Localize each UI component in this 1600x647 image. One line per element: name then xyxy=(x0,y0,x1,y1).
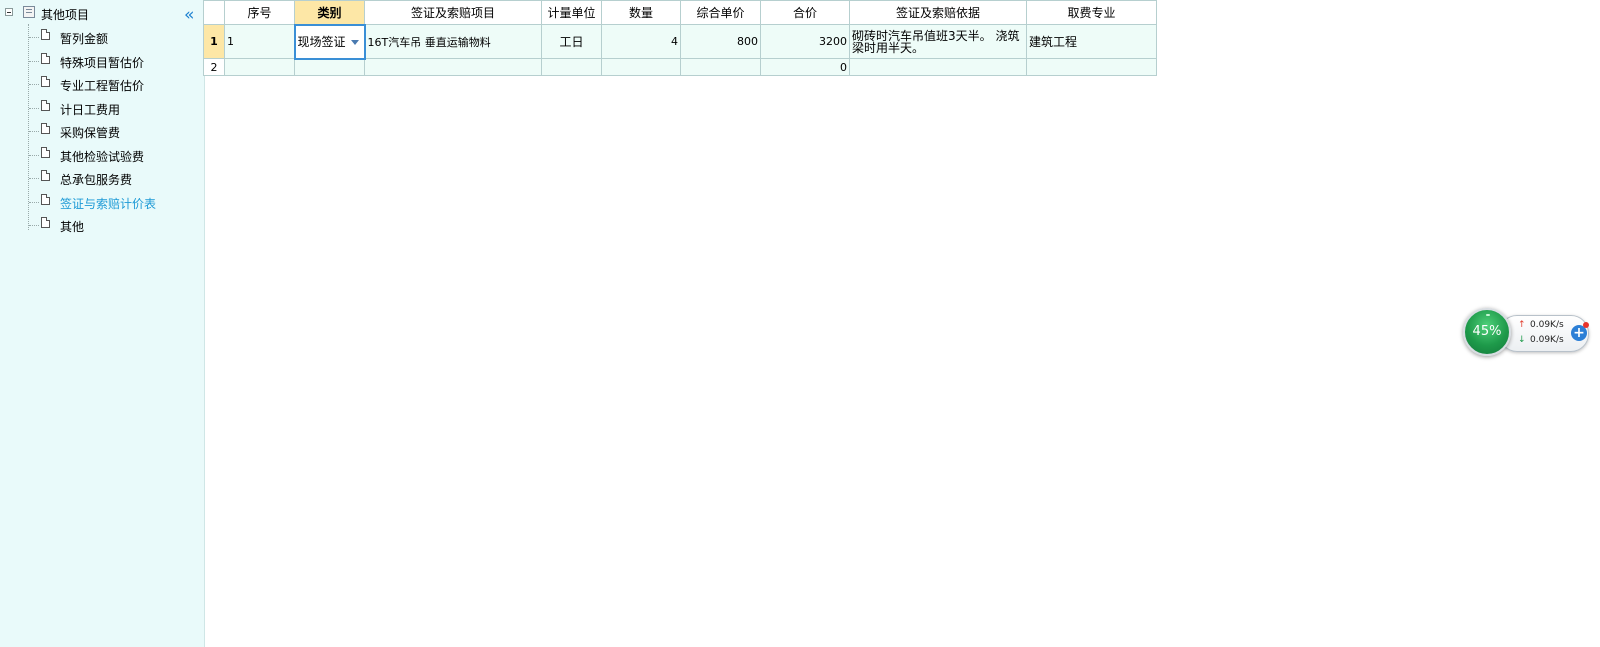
collapse-node-icon[interactable] xyxy=(5,8,13,16)
memory-usage-ball[interactable]: 45% xyxy=(1463,308,1511,356)
network-speed-widget[interactable]: ↑ 0.09K/s ↓ 0.09K/s + 45% xyxy=(1463,308,1591,358)
tree-item-inspection-test[interactable]: 其他检验试验费 xyxy=(0,144,205,166)
tree-item-daywork[interactable]: 计日工费用 xyxy=(0,97,205,119)
document-icon xyxy=(41,217,50,228)
document-icon xyxy=(41,100,50,111)
tree-root-other-items[interactable]: 其他项目 « xyxy=(0,4,205,24)
document-icon xyxy=(41,123,50,134)
memory-percent: 45% xyxy=(1472,324,1502,339)
cell-seq[interactable]: 1 xyxy=(224,24,295,59)
upload-speed: 0.09K/s xyxy=(1530,320,1564,330)
cell-unit[interactable]: 工日 xyxy=(541,24,602,59)
corner-header[interactable] xyxy=(203,0,225,25)
arrow-up-icon: ↑ xyxy=(1518,320,1526,330)
header-row: 序号 类别 签证及索赔项目 计量单位 数量 综合单价 合价 签证及索赔依据 取费… xyxy=(203,0,1157,25)
row-number[interactable]: 2 xyxy=(203,58,225,76)
cell-total[interactable]: 0 xyxy=(760,58,850,76)
column-header-total[interactable]: 合价 xyxy=(760,0,850,25)
column-header-quantity[interactable]: 数量 xyxy=(601,0,681,25)
cell-category-value: 现场签证 xyxy=(297,34,346,49)
cell-total[interactable]: 3200 xyxy=(760,24,850,59)
document-icon xyxy=(41,170,50,181)
cell-category[interactable] xyxy=(294,58,365,76)
download-speed: 0.09K/s xyxy=(1530,335,1564,345)
cell-basis[interactable] xyxy=(849,58,1027,76)
column-header-item[interactable]: 签证及索赔项目 xyxy=(364,0,542,25)
tree-item-label: 总承包服务费 xyxy=(60,173,133,187)
row-number[interactable]: 1 xyxy=(203,24,225,59)
cell-basis[interactable]: 砌砖时汽车吊值班3天半。 浇筑梁时用半天。 xyxy=(849,24,1027,59)
cell-quantity[interactable]: 4 xyxy=(601,24,681,59)
document-icon xyxy=(41,53,50,64)
tree-item-procurement-storage[interactable]: 采购保管费 xyxy=(0,120,205,142)
document-icon xyxy=(41,29,50,40)
table-row[interactable]: 2 0 xyxy=(203,58,1157,76)
tree-item-label: 其他 xyxy=(60,220,85,234)
navigation-tree: 其他项目 « 暂列金额 特殊项目暂估价 专业工程暂估价 计日工费用 采购保管费 … xyxy=(0,0,205,647)
column-header-basis[interactable]: 签证及索赔依据 xyxy=(849,0,1027,25)
cell-item[interactable]: 16T汽车吊 垂直运输物料 xyxy=(364,24,542,59)
cell-specialty[interactable]: 建筑工程 xyxy=(1026,24,1157,59)
tree-item-visa-claims[interactable]: 签证与索赔计价表 xyxy=(0,191,205,213)
folder-list-icon xyxy=(23,6,35,18)
cell-unit[interactable] xyxy=(541,58,602,76)
notification-dot-icon xyxy=(1583,322,1589,328)
column-header-unit[interactable]: 计量单位 xyxy=(541,0,602,25)
chevron-down-icon[interactable] xyxy=(350,39,359,45)
tree-item-professional-estimate[interactable]: 专业工程暂估价 xyxy=(0,73,205,95)
tree-item-general-contract-service[interactable]: 总承包服务费 xyxy=(0,167,205,189)
tree-item-special-estimate[interactable]: 特殊项目暂估价 xyxy=(0,50,205,72)
tree-item-label: 签证与索赔计价表 xyxy=(60,197,157,211)
collapse-panel-icon[interactable]: « xyxy=(184,7,200,24)
cell-seq[interactable] xyxy=(224,58,295,76)
cell-unit-price[interactable]: 800 xyxy=(680,24,761,59)
cell-quantity[interactable] xyxy=(601,58,681,76)
column-header-seq[interactable]: 序号 xyxy=(224,0,295,25)
cell-item[interactable] xyxy=(364,58,542,76)
cell-specialty[interactable] xyxy=(1026,58,1157,76)
arrow-down-icon: ↓ xyxy=(1518,335,1526,345)
table-row[interactable]: 1 1 现场签证 16T汽车吊 垂直运输物料 工日 4 800 3200 砌砖时… xyxy=(203,23,1157,60)
cell-category-dropdown[interactable]: 现场签证 xyxy=(293,23,366,60)
tree-item-label: 其他检验试验费 xyxy=(60,150,145,164)
tree-item-label: 采购保管费 xyxy=(60,126,121,140)
document-icon xyxy=(41,76,50,87)
cell-unit-price[interactable] xyxy=(680,58,761,76)
visa-claims-table: 序号 类别 签证及索赔项目 计量单位 数量 综合单价 合价 签证及索赔依据 取费… xyxy=(203,0,1157,76)
tree-item-label: 暂列金额 xyxy=(60,32,109,46)
tree-root-label: 其他项目 xyxy=(41,8,90,22)
column-header-unit-price[interactable]: 综合单价 xyxy=(680,0,761,25)
document-icon xyxy=(41,194,50,205)
tree-item-label: 计日工费用 xyxy=(60,103,121,117)
tree-item-other[interactable]: 其他 xyxy=(0,214,205,236)
column-header-specialty[interactable]: 取费专业 xyxy=(1026,0,1157,25)
tree-item-provisional-sum[interactable]: 暂列金额 xyxy=(0,26,205,48)
tree-item-label: 专业工程暂估价 xyxy=(60,79,145,93)
document-icon xyxy=(41,147,50,158)
tree-item-label: 特殊项目暂估价 xyxy=(60,56,145,70)
column-header-category[interactable]: 类别 xyxy=(294,0,365,25)
